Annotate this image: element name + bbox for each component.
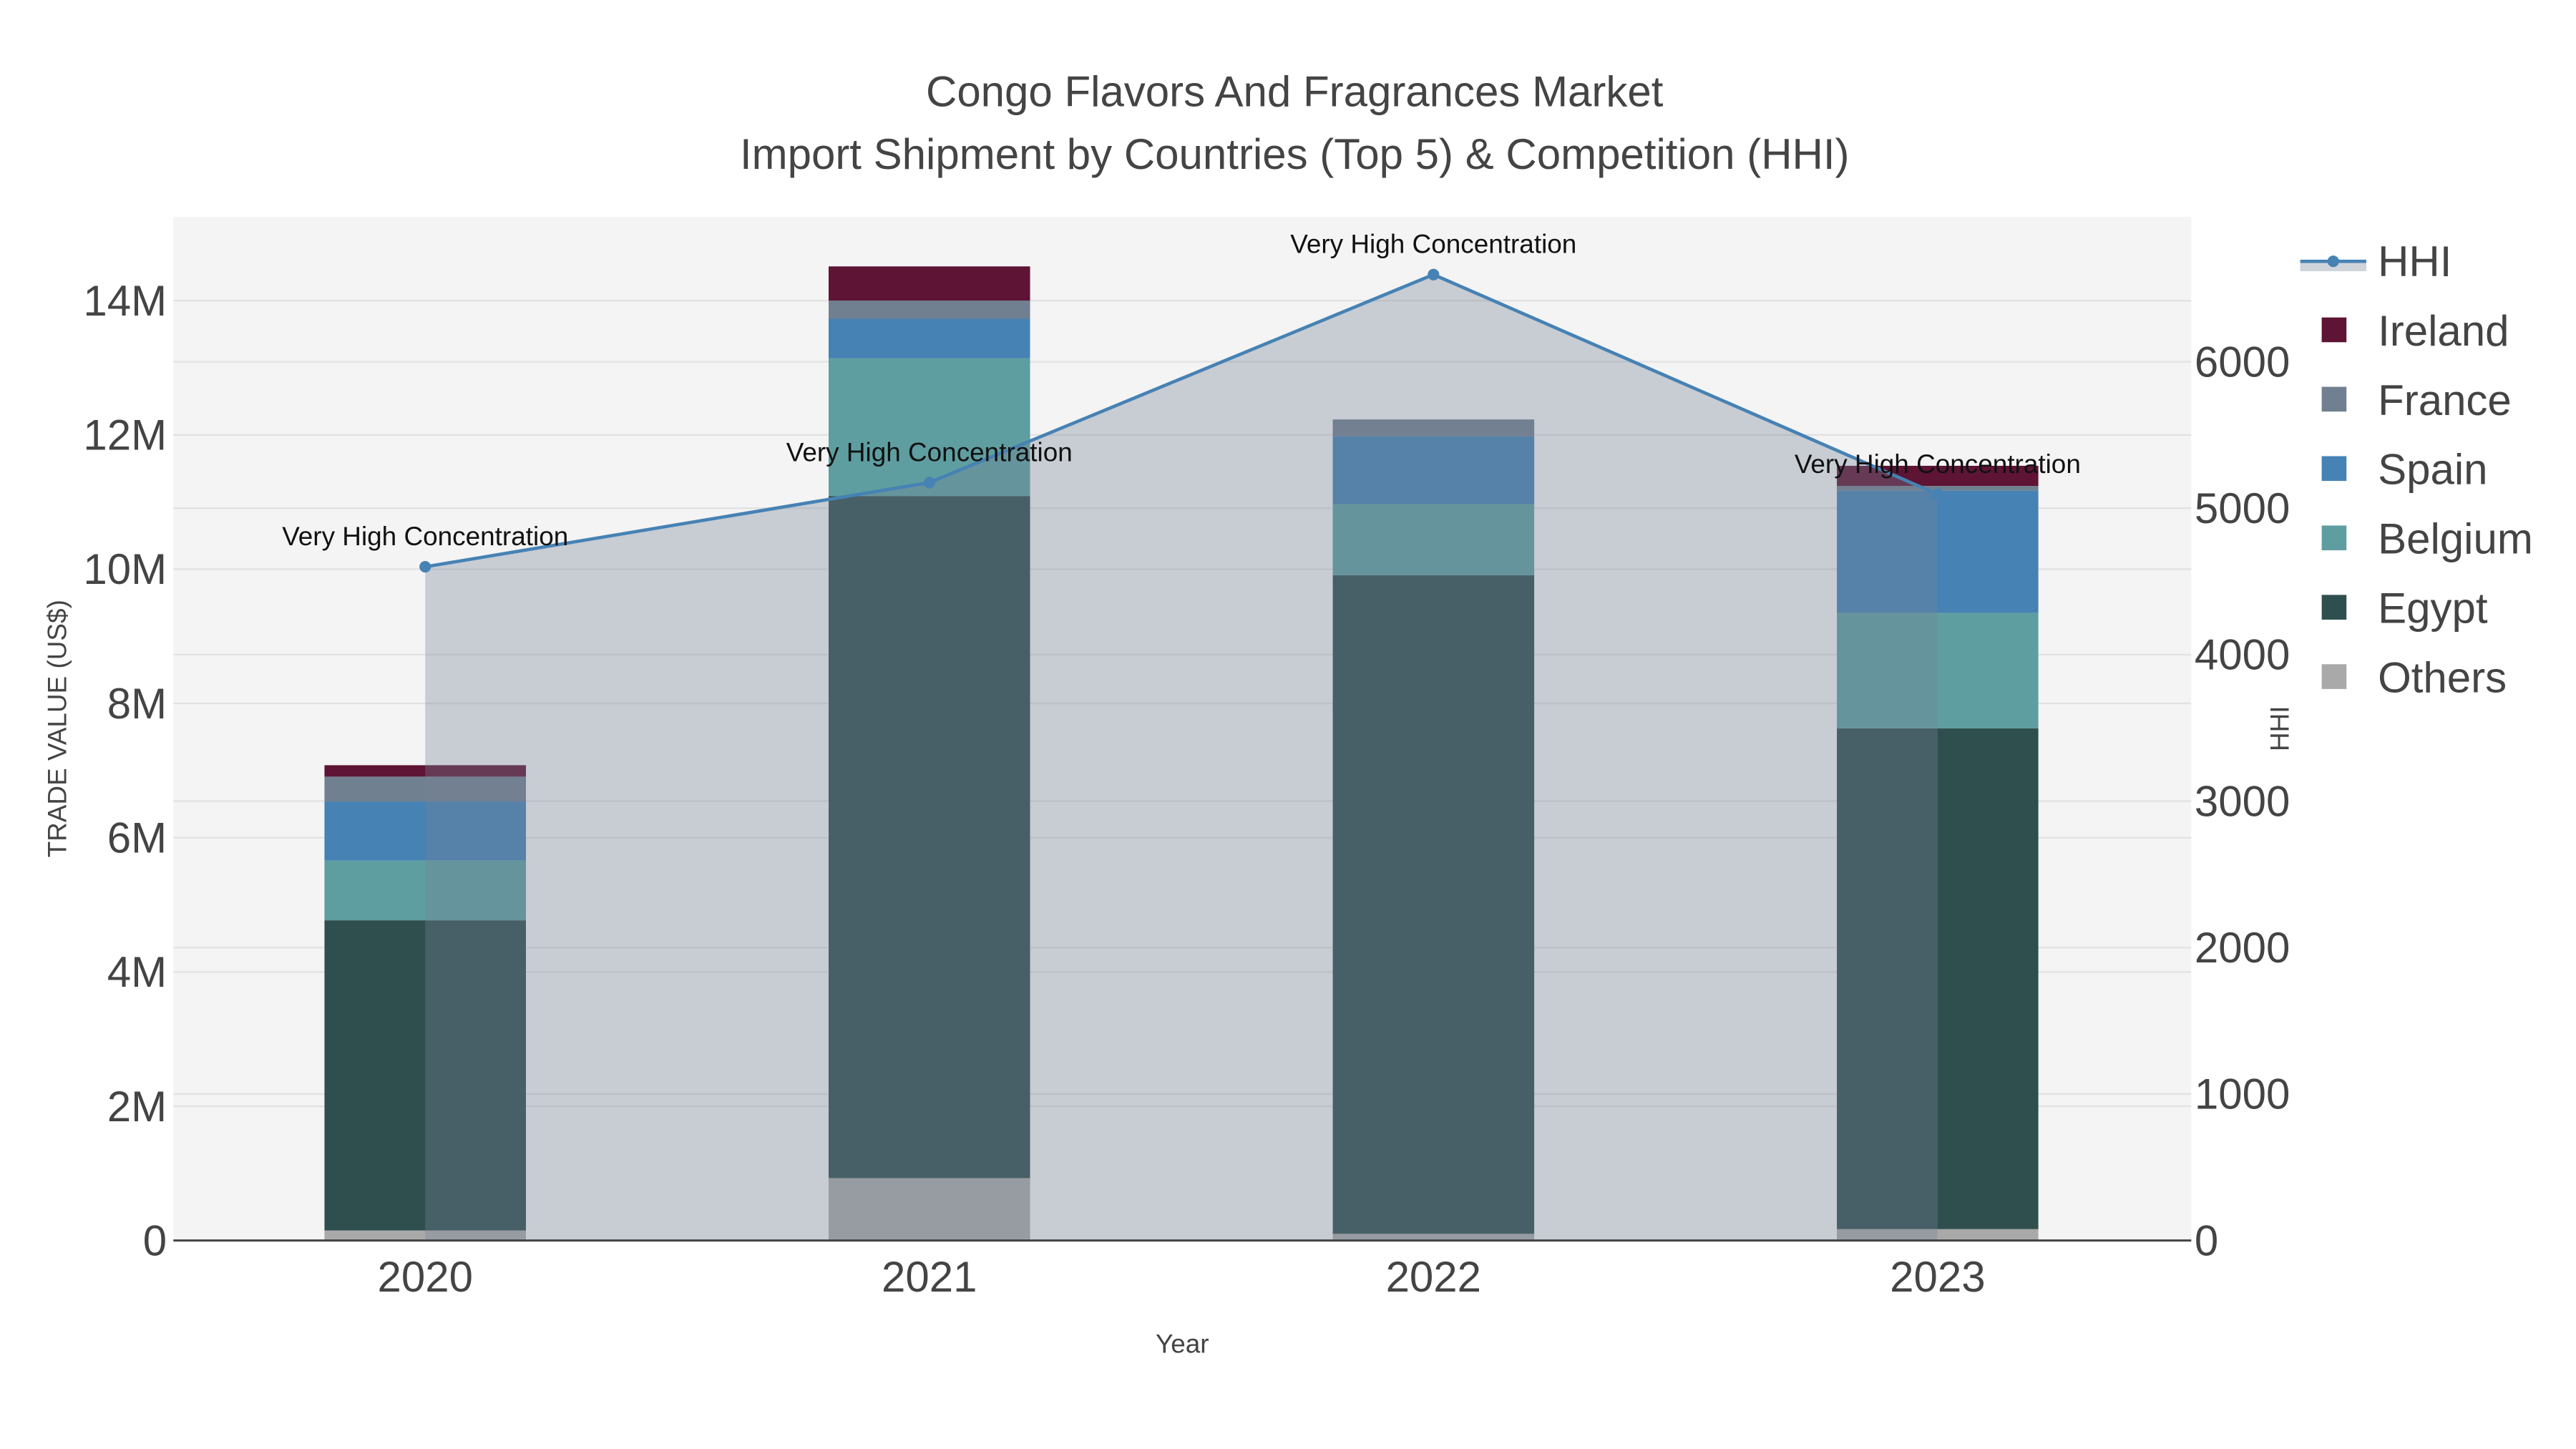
hhi-annotation: Very High Concentration (786, 437, 1073, 467)
legend-label: Others (2378, 654, 2507, 702)
chart: Very High Concentration Very High Concent… (42, 67, 2533, 1359)
y2-tick-label: 5000 (2195, 484, 2290, 532)
legend-label: Belgium (2378, 515, 2533, 563)
legend-label: Egypt (2378, 585, 2488, 633)
bar-france-2021 (829, 301, 1030, 319)
y-tick-label: 2M (107, 1083, 167, 1131)
y2-tick-label: 0 (2195, 1216, 2218, 1264)
bar-spain-2021 (829, 318, 1030, 358)
legend-swatch-ireland (2321, 317, 2347, 343)
chart-title-line2: Import Shipment by Countries (Top 5) & C… (740, 130, 1850, 178)
legend-swatch-egypt (2321, 595, 2347, 620)
y-axis-title: TRADE VALUE (US$) (42, 600, 72, 857)
legend-item-belgium[interactable]: Belgium (2321, 515, 2533, 563)
hhi-point-2022 (1428, 268, 1440, 280)
legend-item-france[interactable]: France (2321, 376, 2512, 424)
hhi-annotation: Very High Concentration (1290, 230, 1576, 259)
hhi-point-2021 (923, 477, 935, 489)
legend-swatch-others (2321, 664, 2347, 689)
hhi-point-2020 (419, 561, 431, 573)
legend-swatch-france (2321, 386, 2347, 412)
y-tick-label: 14M (83, 277, 167, 325)
chart-title-line1: Congo Flavors And Fragrances Market (926, 67, 1664, 115)
legend-item-egypt[interactable]: Egypt (2321, 585, 2488, 633)
legend-label: HHI (2378, 238, 2451, 286)
y-tick-label: 8M (107, 680, 167, 728)
y-tick-label: 12M (83, 411, 167, 459)
x-tick-label: 2023 (1890, 1253, 1985, 1301)
x-tick-label: 2021 (882, 1253, 977, 1301)
y2-tick-label: 1000 (2195, 1070, 2290, 1118)
y2-axis-title: HHI (2265, 706, 2294, 751)
x-axis-title: Year (1156, 1330, 1209, 1359)
hhi-point-2023 (1931, 488, 1943, 500)
legend-item-spain[interactable]: Spain (2321, 446, 2488, 494)
y2-tick-label: 4000 (2195, 631, 2290, 679)
x-tick-label: 2022 (1386, 1253, 1481, 1301)
x-axis-ticks: 2020 2021 2022 2023 (377, 1253, 1985, 1301)
legend-swatch-belgium (2321, 525, 2347, 551)
y2-tick-label: 3000 (2195, 777, 2290, 825)
y2-axis-ticks: 0 1000 2000 3000 4000 5000 6000 (2195, 338, 2290, 1264)
y-tick-label: 6M (107, 814, 167, 862)
legend-item-ireland[interactable]: Ireland (2321, 307, 2509, 355)
y2-tick-label: 2000 (2195, 924, 2290, 972)
y-axis-ticks: 0 2M 4M 6M 8M 10M 12M 14M (83, 277, 167, 1264)
y-tick-label: 10M (83, 545, 167, 593)
legend-label: Ireland (2378, 307, 2509, 355)
legend-hhi-marker (2327, 255, 2339, 268)
bar-ireland-2021 (829, 266, 1030, 301)
hhi-annotation: Very High Concentration (1795, 449, 2081, 479)
y-tick-label: 4M (107, 948, 167, 996)
x-tick-label: 2020 (377, 1253, 472, 1301)
legend-item-hhi[interactable]: HHI (2300, 238, 2452, 286)
hhi-annotation: Very High Concentration (282, 522, 568, 551)
y2-tick-label: 6000 (2195, 338, 2290, 386)
legend-label: Spain (2378, 446, 2487, 494)
legend-swatch-spain (2321, 456, 2347, 482)
y-tick-label: 0 (143, 1216, 167, 1264)
legend: HHI Ireland France Spain Belgium Egypt Others (2300, 238, 2533, 702)
legend-label: France (2378, 376, 2512, 424)
legend-item-others[interactable]: Others (2321, 654, 2507, 702)
